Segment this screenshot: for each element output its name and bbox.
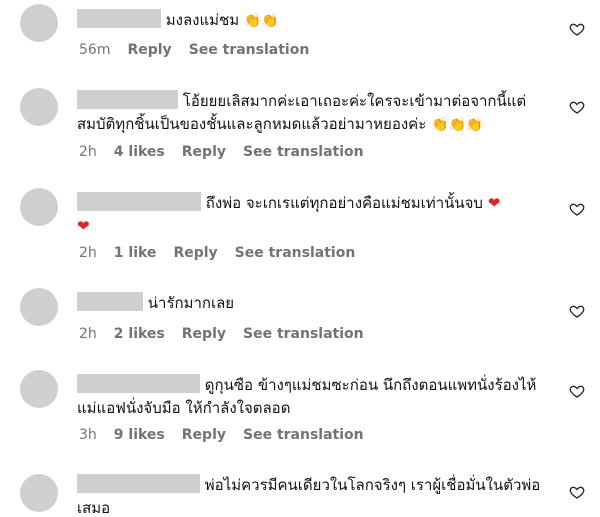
timestamp: 2h: [79, 326, 97, 342]
reply-button[interactable]: Reply: [127, 42, 171, 58]
comment-text-block: น่ารักมากเลย: [77, 292, 555, 315]
see-translation-button[interactable]: See translation: [235, 245, 356, 261]
username-redacted[interactable]: [77, 374, 200, 393]
timestamp: 3h: [79, 427, 97, 443]
heart-outline-icon[interactable]: [569, 383, 585, 399]
reply-button[interactable]: Reply: [173, 245, 217, 261]
username-redacted[interactable]: [77, 9, 161, 28]
comment-text-block: ดูกุนซือ ข้างๆแม่ชมซะก่อน นึกถึงตอนแพทนั…: [77, 374, 542, 420]
comment-text-block: มงลงแม่ชม 👏👏: [77, 9, 555, 33]
comment-meta: 2h 1 like Reply See translation: [79, 245, 372, 261]
heart-outline-icon[interactable]: [569, 484, 585, 500]
avatar[interactable]: [20, 370, 58, 408]
likes-count[interactable]: 2 likes: [114, 326, 165, 342]
reply-button[interactable]: Reply: [182, 427, 226, 443]
avatar[interactable]: [20, 4, 58, 42]
likes-count[interactable]: 9 likes: [114, 427, 165, 443]
reply-button[interactable]: Reply: [182, 144, 226, 160]
username-redacted[interactable]: [77, 474, 200, 493]
comment-text: น่ารักมากเลย: [147, 294, 235, 312]
clapping-hands-icon: 👏👏👏: [431, 117, 484, 133]
see-translation-button[interactable]: See translation: [243, 144, 364, 160]
avatar[interactable]: [20, 188, 58, 226]
red-heart-icon: ❤: [487, 194, 501, 212]
comment-text-block: โอ้ยยยเลิสมากค่ะเอาเถอะค่ะใครจะเข้ามาต่อ…: [77, 90, 547, 137]
avatar[interactable]: [20, 474, 58, 512]
comment-meta: 2h 2 likes Reply See translation: [79, 326, 381, 342]
likes-count[interactable]: 1 like: [114, 245, 157, 261]
see-translation-button[interactable]: See translation: [243, 427, 364, 443]
red-heart-icon: ❤: [77, 217, 90, 235]
username-redacted[interactable]: [77, 90, 178, 109]
timestamp: 2h: [79, 144, 97, 160]
comment-text-block: พ่อไม่ควรมีคนเดียวในโลกจริงๆ เราผู้เชื่อ…: [77, 474, 547, 517]
heart-outline-icon[interactable]: [569, 201, 585, 217]
comment-text-block: ถึงพ่อ จะเกเรแต่ทุกอย่างคือแม่ชมเท่านั้น…: [77, 192, 555, 238]
reply-button[interactable]: Reply: [182, 326, 226, 342]
likes-count[interactable]: 4 likes: [114, 144, 165, 160]
username-redacted[interactable]: [77, 292, 143, 311]
timestamp: 2h: [79, 245, 97, 261]
comment-text: ถึงพ่อ จะเกเรแต่ทุกอย่างคือแม่ชมเท่านั้น…: [205, 194, 483, 212]
timestamp: 56m: [79, 42, 111, 58]
see-translation-button[interactable]: See translation: [189, 42, 310, 58]
comment-meta: 2h 4 likes Reply See translation: [79, 144, 381, 160]
username-redacted[interactable]: [77, 192, 201, 211]
clapping-hands-icon: 👏👏: [243, 13, 279, 29]
avatar[interactable]: [20, 288, 58, 326]
see-translation-button[interactable]: See translation: [243, 326, 364, 342]
comment-text: มงลงแม่ชม: [165, 11, 240, 29]
avatar[interactable]: [20, 88, 58, 126]
comment-meta: 3h 9 likes Reply See translation: [79, 427, 381, 443]
heart-outline-icon[interactable]: [569, 303, 585, 319]
comment-meta: 56m Reply See translation: [79, 42, 326, 58]
heart-outline-icon[interactable]: [569, 21, 585, 37]
heart-outline-icon[interactable]: [569, 99, 585, 115]
